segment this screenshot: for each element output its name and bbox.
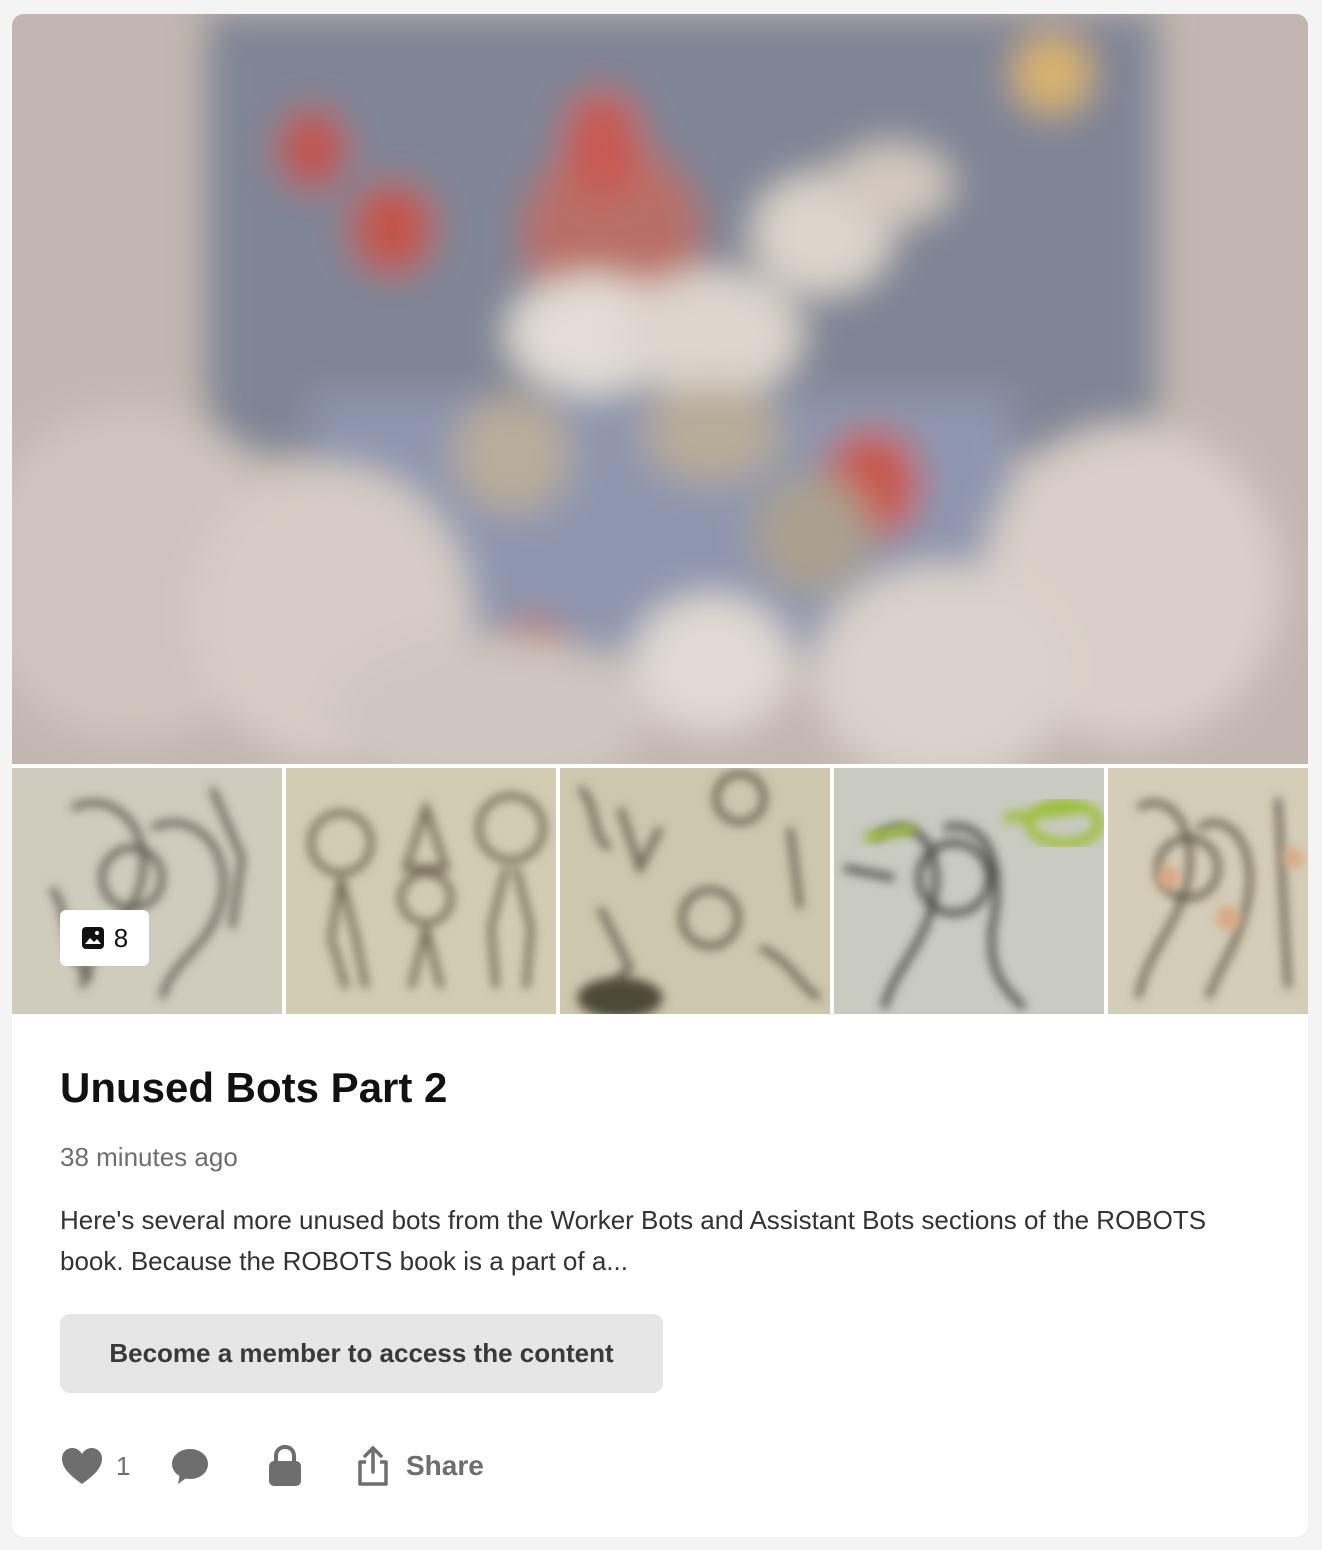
thumbnail-1[interactable]: 8 xyxy=(12,768,282,1014)
comment-button[interactable] xyxy=(170,1442,210,1490)
thumbnail-3-art xyxy=(560,768,830,1014)
thumbnail-4-art xyxy=(834,768,1104,1014)
image-count: 8 xyxy=(113,922,129,953)
image-icon xyxy=(81,927,104,949)
image-count-badge: 8 xyxy=(60,910,149,966)
locked-indicator xyxy=(267,1442,303,1490)
thumbnail-4[interactable] xyxy=(834,768,1104,1014)
post-timestamp[interactable]: 38 minutes ago xyxy=(60,1142,238,1173)
heart-icon xyxy=(62,1448,102,1484)
thumbnail-1-art xyxy=(12,768,282,1014)
thumbnail-strip: 8 xyxy=(12,768,1308,1014)
thumbnail-3[interactable] xyxy=(560,768,830,1014)
thumbnail-2-art xyxy=(286,768,556,1014)
post-excerpt: Here's several more unused bots from the… xyxy=(60,1205,1207,1276)
thumbnail-2[interactable] xyxy=(286,768,556,1014)
lock-icon xyxy=(269,1445,301,1486)
like-button[interactable]: 1 xyxy=(60,1442,130,1490)
thumbnail-5[interactable] xyxy=(1108,768,1308,1014)
share-button[interactable]: Share xyxy=(356,1442,484,1490)
share-icon xyxy=(358,1446,388,1486)
post-actions: 1 Share xyxy=(60,1442,660,1490)
post-title[interactable]: Unused Bots Part 2 xyxy=(60,1064,447,1112)
share-label: Share xyxy=(406,1450,484,1481)
like-count: 1 xyxy=(116,1450,131,1481)
become-member-button[interactable]: Become a member to access the content xyxy=(60,1314,663,1393)
hero-image-art xyxy=(12,14,1308,764)
post-card: 8 Unused Bots Part 2 38 minutes ago Here… xyxy=(12,14,1308,1537)
thumbnail-5-art xyxy=(1108,768,1308,1014)
hero-image-blurred[interactable] xyxy=(12,14,1308,764)
comment-icon xyxy=(172,1449,208,1484)
